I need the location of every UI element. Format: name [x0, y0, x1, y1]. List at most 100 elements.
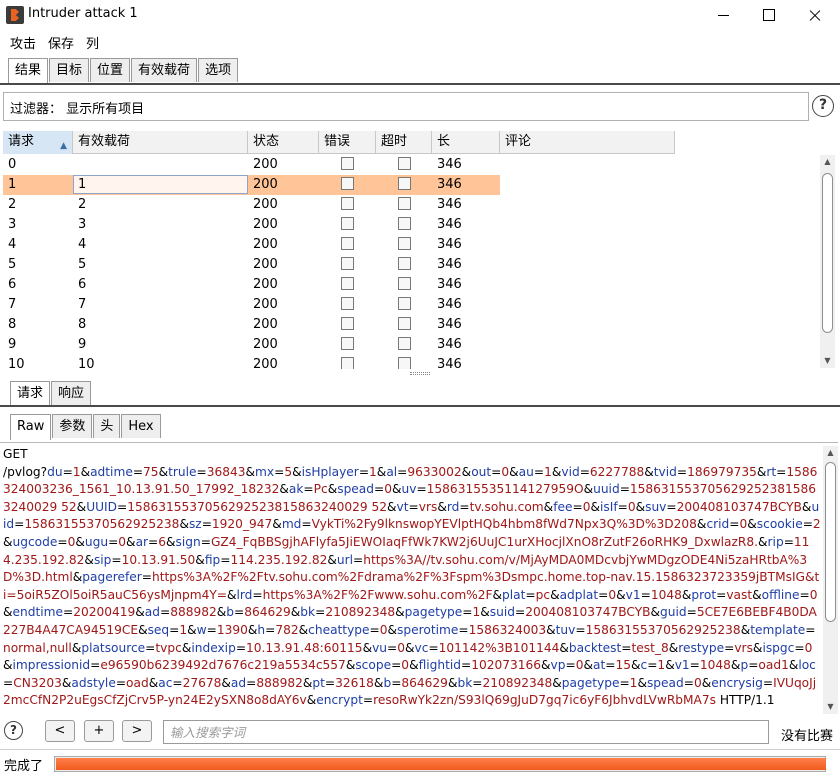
- column-header-length[interactable]: 长: [432, 131, 500, 154]
- param-separator: &: [392, 482, 402, 497]
- table-row[interactable]: 8 8 200 346: [3, 315, 500, 335]
- maximize-icon[interactable]: [746, 0, 792, 30]
- search-input[interactable]: [163, 720, 769, 744]
- scroll-down-icon[interactable]: ▼: [823, 700, 838, 714]
- param-name: lrd: [236, 587, 253, 602]
- param-separator: &: [195, 552, 205, 567]
- checkbox[interactable]: [398, 197, 411, 210]
- param-name: pagetype: [404, 605, 463, 620]
- table-row[interactable]: 5 5 200 346: [3, 255, 500, 275]
- param-name: encrypt: [316, 693, 363, 708]
- table-row[interactable]: 10 10 200 346: [3, 355, 500, 369]
- checkbox[interactable]: [398, 177, 411, 190]
- tab-response[interactable]: 响应: [51, 381, 92, 405]
- checkbox[interactable]: [398, 257, 411, 270]
- checkbox[interactable]: [398, 217, 411, 230]
- param-name: ar: [135, 534, 149, 549]
- checkbox[interactable]: [398, 317, 411, 330]
- scroll-up-icon[interactable]: ▲: [820, 155, 835, 169]
- param-equals: =: [172, 675, 183, 690]
- table-row[interactable]: 1 1 200 346: [3, 175, 500, 195]
- checkbox[interactable]: [341, 297, 354, 310]
- checkbox[interactable]: [341, 237, 354, 250]
- scroll-up-icon[interactable]: ▲: [823, 446, 838, 460]
- close-icon[interactable]: [792, 0, 838, 30]
- cell-length: 346: [437, 317, 462, 332]
- param-equals: =: [748, 658, 759, 673]
- param-separator: &: [76, 499, 87, 514]
- menu-attack[interactable]: 攻击: [4, 33, 42, 52]
- param-value: vast: [726, 587, 753, 602]
- checkbox[interactable]: [398, 237, 411, 250]
- table-row[interactable]: 9 9 200 346: [3, 335, 500, 355]
- table-row[interactable]: 6 6 200 346: [3, 275, 500, 295]
- checkbox[interactable]: [341, 157, 354, 170]
- filter-help-icon[interactable]: ?: [812, 95, 834, 117]
- param-separator: &: [696, 517, 707, 532]
- tab-hex[interactable]: Hex: [121, 414, 161, 438]
- pane-splitter[interactable]: [0, 371, 840, 377]
- menu-save[interactable]: 保存: [42, 33, 80, 52]
- param-equals: =: [301, 517, 312, 532]
- table-row[interactable]: 4 4 200 346: [3, 235, 500, 255]
- tab-payloads[interactable]: 有效载荷: [131, 58, 198, 82]
- checkbox[interactable]: [398, 157, 411, 170]
- param-value: 0: [118, 534, 127, 549]
- column-header-error[interactable]: 错误: [319, 131, 376, 154]
- tab-options[interactable]: 选项: [198, 58, 239, 82]
- tab-positions[interactable]: 位置: [90, 58, 131, 82]
- checkbox[interactable]: [398, 277, 411, 290]
- column-header-request[interactable]: 请求 ▲: [3, 131, 73, 154]
- tab-raw[interactable]: Raw: [10, 414, 52, 440]
- checkbox[interactable]: [341, 337, 354, 350]
- param-separator: &: [3, 605, 13, 620]
- checkbox[interactable]: [341, 257, 354, 270]
- param-separator: &: [405, 640, 415, 655]
- table-row[interactable]: 3 3 200 346: [3, 215, 500, 235]
- search-next-button[interactable]: >: [122, 720, 152, 742]
- tab-params[interactable]: 参数: [52, 414, 93, 438]
- raw-request-text[interactable]: GET /pvlog?du=1&adtime=75&trule=36843&mx…: [3, 446, 821, 710]
- param-name: spead: [646, 675, 684, 690]
- table-row[interactable]: 0 200 346: [3, 155, 500, 175]
- search-prev-button[interactable]: <: [45, 720, 75, 742]
- raw-request-editor[interactable]: GET /pvlog?du=1&adtime=75&trule=36843&mx…: [0, 442, 838, 716]
- column-header-comment[interactable]: 评论: [500, 131, 675, 154]
- request-scroll-thumb[interactable]: [825, 462, 836, 622]
- cell-request: 8: [8, 317, 17, 332]
- param-separator: &: [752, 587, 762, 602]
- column-header-status[interactable]: 状态: [248, 131, 319, 154]
- search-add-button[interactable]: +: [84, 720, 114, 742]
- checkbox[interactable]: [341, 357, 354, 369]
- column-header-timeout[interactable]: 超时: [376, 131, 432, 154]
- results-scroll-thumb[interactable]: [822, 173, 833, 333]
- checkbox[interactable]: [341, 217, 354, 230]
- param-equals: =: [115, 675, 127, 690]
- tab-results[interactable]: 结果: [8, 58, 49, 84]
- checkbox[interactable]: [398, 297, 411, 310]
- param-separator: &: [71, 640, 82, 655]
- param-equals: =: [491, 464, 502, 479]
- results-scrollbar[interactable]: ▲ ▼: [820, 155, 835, 368]
- tab-request[interactable]: 请求: [10, 381, 51, 407]
- checkbox[interactable]: [341, 177, 354, 190]
- search-help-icon[interactable]: ?: [4, 721, 23, 740]
- scroll-down-icon[interactable]: ▼: [820, 354, 835, 368]
- tab-headers[interactable]: 头: [93, 414, 121, 438]
- cell-status: 200: [253, 177, 278, 192]
- request-scrollbar[interactable]: ▲ ▼: [823, 446, 838, 714]
- table-row[interactable]: 7 7 200 346: [3, 295, 500, 315]
- filter-bar[interactable]: 过滤器： 显示所有项目: [3, 92, 809, 121]
- menu-columns[interactable]: 列: [80, 33, 105, 52]
- param-name: uuid: [593, 482, 620, 497]
- checkbox[interactable]: [341, 277, 354, 290]
- table-row[interactable]: 2 2 200 346: [3, 195, 500, 215]
- column-header-payload[interactable]: 有效载荷: [73, 131, 248, 154]
- checkbox[interactable]: [341, 317, 354, 330]
- param-equals: =: [575, 622, 586, 637]
- checkbox[interactable]: [398, 357, 411, 369]
- tab-target[interactable]: 目标: [49, 58, 90, 82]
- checkbox[interactable]: [398, 337, 411, 350]
- minimize-icon[interactable]: [700, 0, 746, 30]
- checkbox[interactable]: [341, 197, 354, 210]
